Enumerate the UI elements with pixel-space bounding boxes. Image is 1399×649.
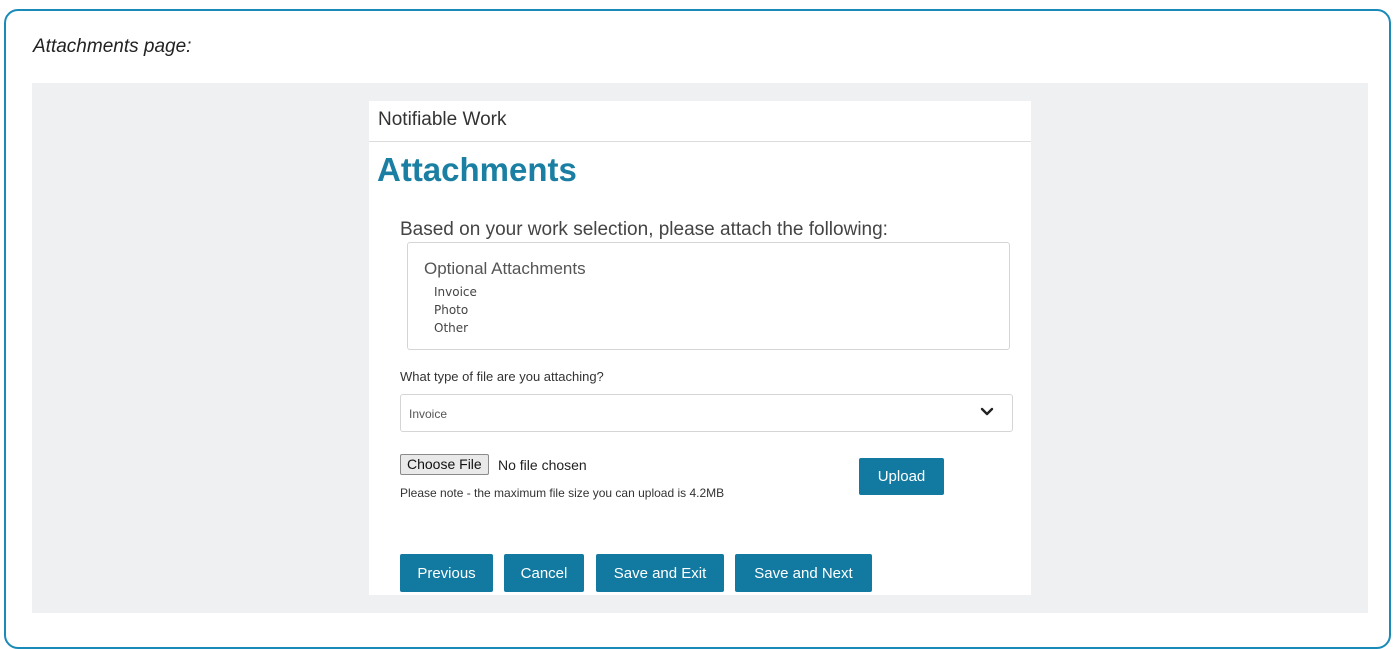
save-and-next-button[interactable]: Save and Next (735, 554, 872, 592)
upload-button[interactable]: Upload (859, 458, 944, 495)
attachments-panel: Notifiable Work Attachments Based on you… (369, 101, 1031, 595)
save-and-exit-button[interactable]: Save and Exit (596, 554, 724, 592)
file-type-label: What type of file are you attaching? (400, 369, 604, 384)
figure-caption: Attachments page: (33, 36, 192, 57)
file-type-select[interactable]: Invoice (400, 394, 1013, 432)
list-item: Other (434, 321, 469, 335)
list-item: Photo (434, 303, 469, 317)
file-status-text: No file chosen (498, 457, 587, 473)
previous-button[interactable]: Previous (400, 554, 493, 592)
intro-text: Based on your work selection, please att… (400, 219, 888, 240)
panel-header: Notifiable Work (369, 101, 1031, 142)
choose-file-button[interactable]: Choose File (400, 454, 489, 475)
attachments-list: Invoice Photo Other (434, 283, 477, 337)
panel-header-title: Notifiable Work (378, 109, 507, 130)
attachments-list-box: Optional Attachments Invoice Photo Other (407, 242, 1010, 350)
cancel-button[interactable]: Cancel (504, 554, 584, 592)
chevron-down-icon (980, 407, 994, 416)
file-type-selected-value: Invoice (409, 407, 448, 421)
page-title: Attachments (377, 151, 577, 188)
attachments-list-title: Optional Attachments (424, 259, 586, 278)
file-size-note: Please note - the maximum file size you … (400, 486, 725, 500)
list-item: Invoice (434, 285, 477, 299)
